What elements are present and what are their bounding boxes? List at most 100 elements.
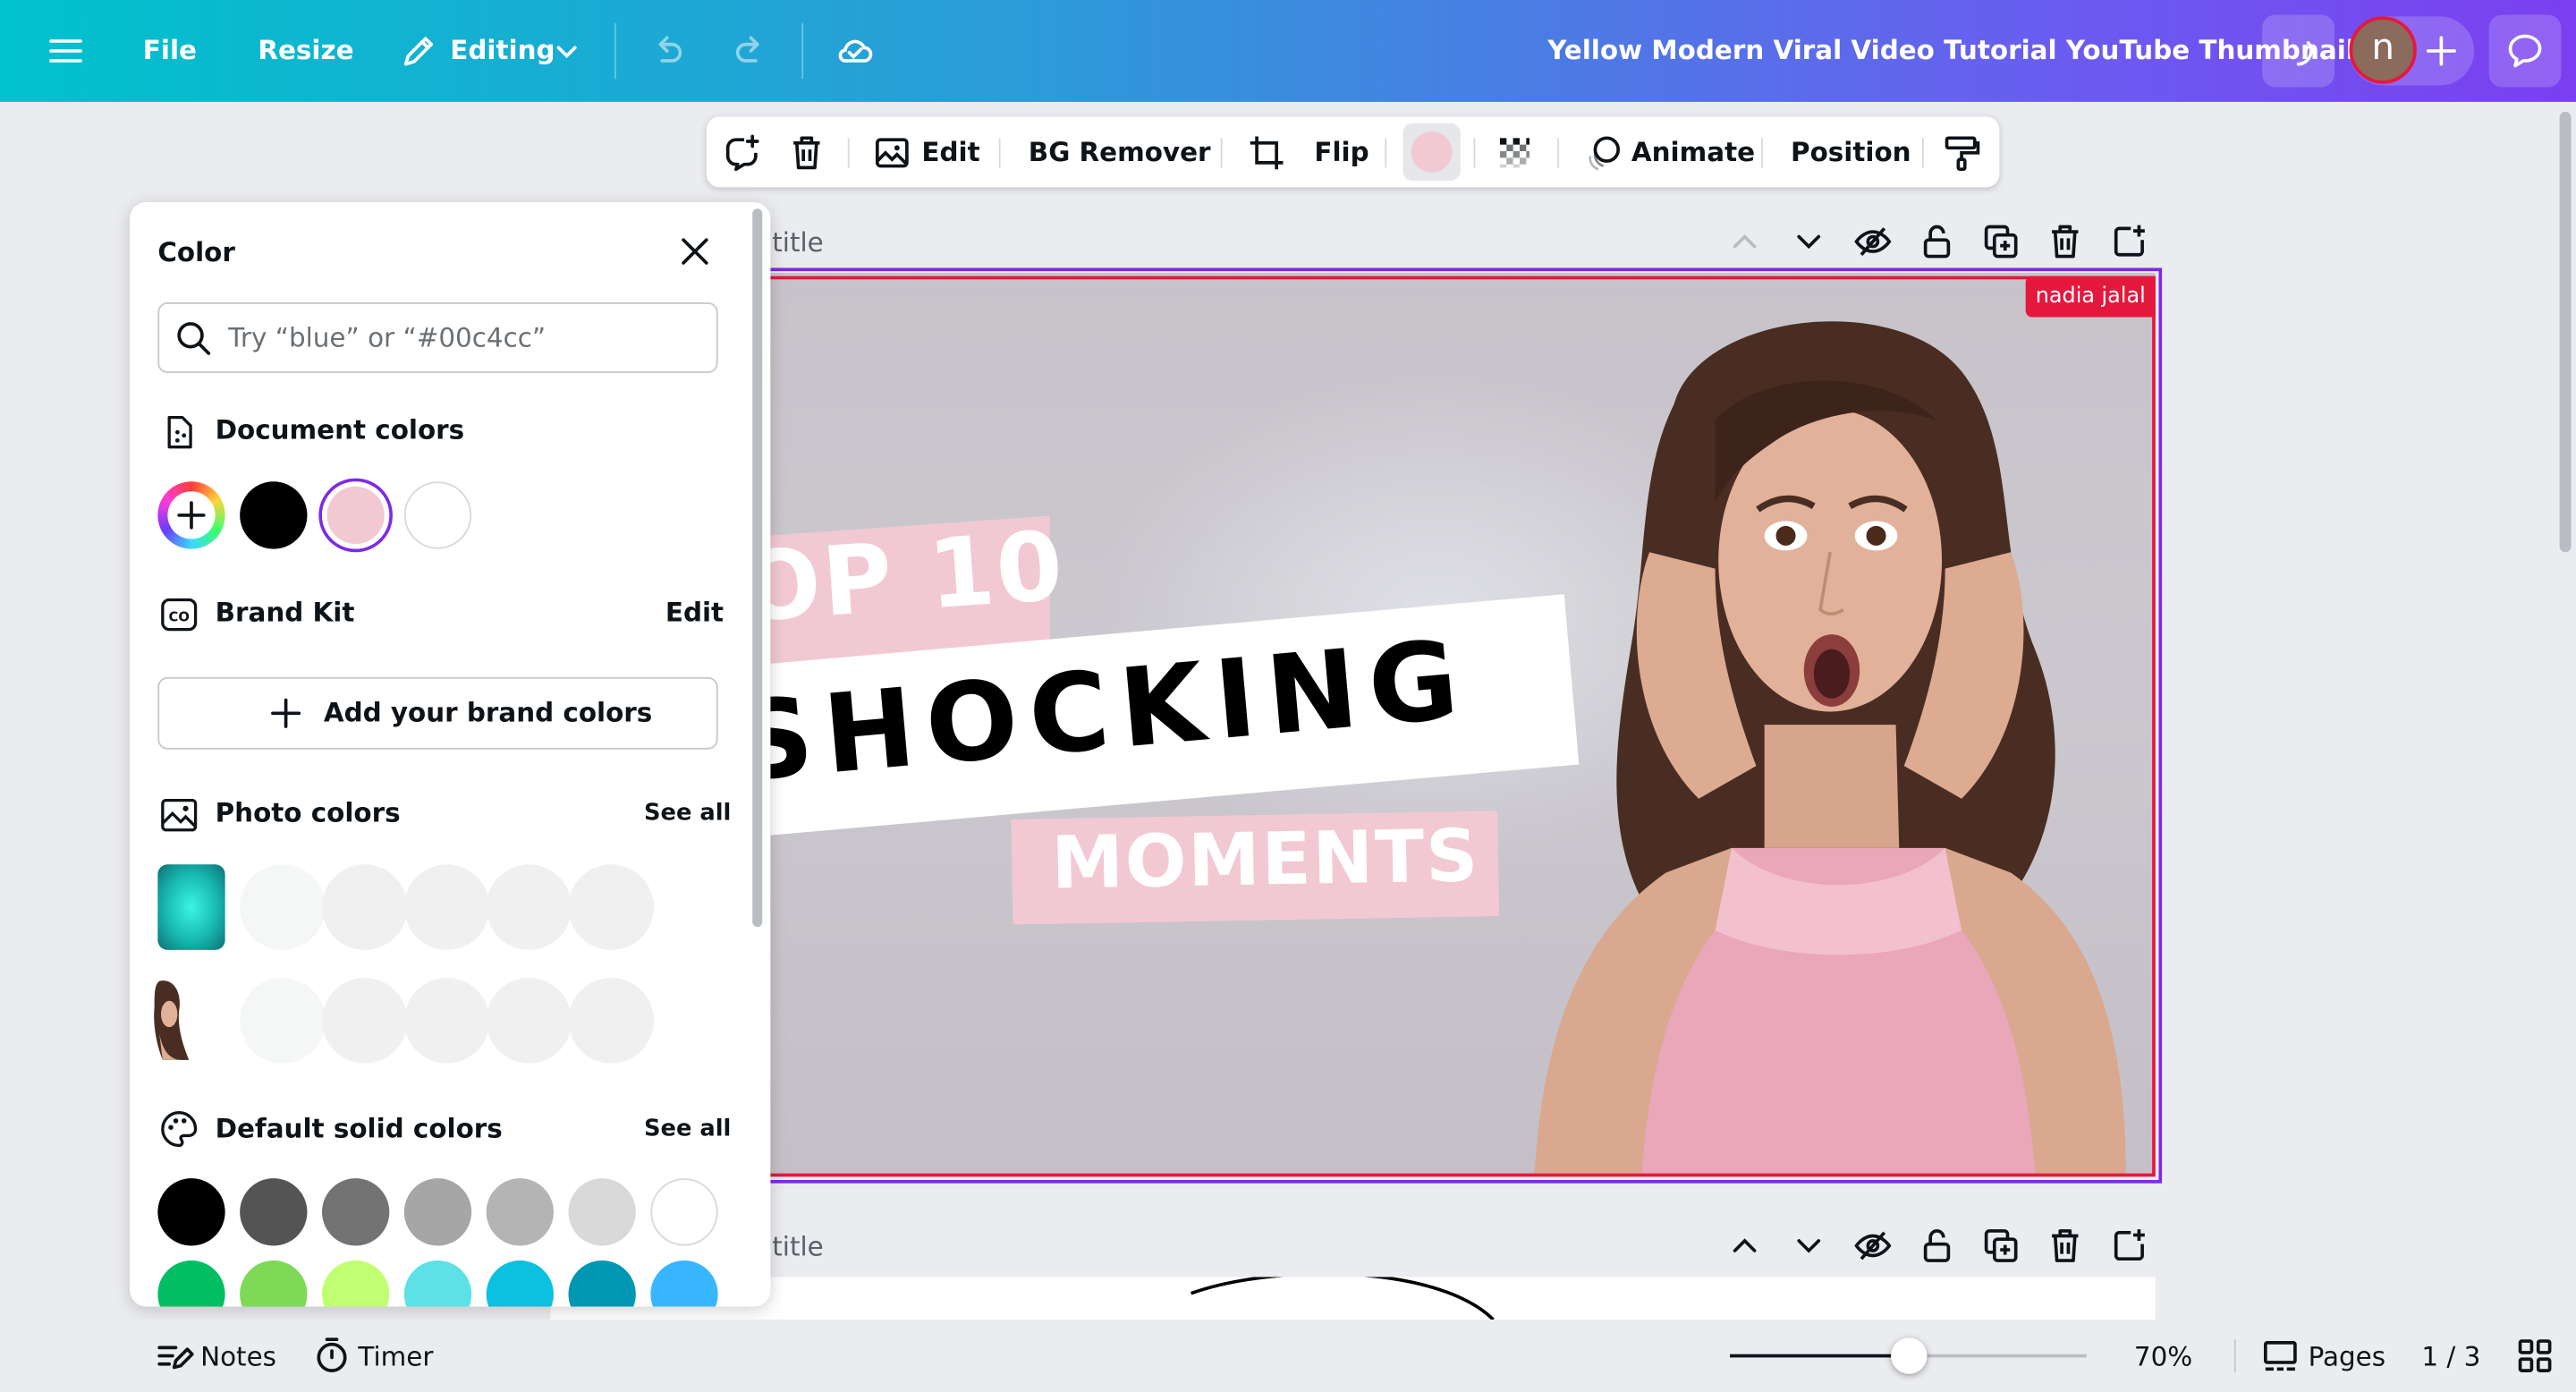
divider bbox=[1385, 138, 1387, 168]
pages-button[interactable]: Pages bbox=[2260, 1320, 2392, 1392]
document-title[interactable]: Yellow Modern Viral Video Tutorial YouTu… bbox=[1547, 33, 2355, 69]
zoom-level[interactable]: 70% bbox=[2134, 1339, 2192, 1375]
color-swatch[interactable] bbox=[650, 1178, 718, 1246]
design-page-2[interactable] bbox=[550, 1277, 2156, 1320]
chevron-down-icon[interactable] bbox=[1789, 1226, 1828, 1265]
crop-icon[interactable] bbox=[1245, 132, 1288, 174]
loading-button[interactable] bbox=[2262, 14, 2334, 88]
add-page-icon[interactable] bbox=[2109, 1226, 2148, 1265]
document-color-swatch-selected[interactable] bbox=[321, 481, 390, 549]
bg-remover-button[interactable]: BG Remover bbox=[1029, 135, 1211, 171]
delete-page-icon[interactable] bbox=[2046, 222, 2085, 261]
lock-icon[interactable] bbox=[1917, 1226, 1956, 1265]
comment-add-icon[interactable] bbox=[721, 132, 764, 174]
timer-button[interactable]: Timer bbox=[312, 1320, 444, 1392]
lock-icon[interactable] bbox=[1917, 222, 1956, 261]
page-counter[interactable]: 1 / 3 bbox=[2421, 1339, 2480, 1375]
paint-roller-icon[interactable] bbox=[1940, 132, 1983, 174]
photo-color-placeholder bbox=[321, 864, 408, 950]
chevron-up-icon[interactable] bbox=[1725, 1226, 1765, 1265]
image-icon bbox=[157, 794, 200, 836]
design-page[interactable]: OP 10 SHOCKING MOMENTS bbox=[762, 272, 2156, 1177]
color-picker-button[interactable] bbox=[1402, 123, 1461, 182]
trash-icon[interactable] bbox=[785, 132, 828, 174]
pencil-icon bbox=[397, 30, 440, 72]
document-color-swatch[interactable] bbox=[240, 481, 308, 549]
redo-icon[interactable] bbox=[730, 30, 773, 72]
color-swatch[interactable] bbox=[321, 1260, 390, 1307]
palette-icon bbox=[157, 1108, 200, 1150]
search-icon bbox=[174, 318, 214, 358]
animate-label: Animate bbox=[1631, 136, 1756, 168]
color-search-field[interactable]: Try “blue” or “#00c4cc” bbox=[157, 302, 718, 374]
grid-view-icon[interactable] bbox=[2515, 1337, 2555, 1376]
menu-icon[interactable] bbox=[45, 30, 88, 72]
headline-sub-text[interactable]: MOMENTS bbox=[1051, 815, 1480, 906]
duplicate-page-icon[interactable] bbox=[1981, 222, 2021, 261]
close-icon[interactable] bbox=[674, 230, 716, 273]
duplicate-page-icon[interactable] bbox=[1981, 1226, 2021, 1265]
plus-icon[interactable] bbox=[2420, 30, 2463, 72]
transparency-icon[interactable] bbox=[1494, 132, 1537, 174]
search-input[interactable]: Try “blue” or “#00c4cc” bbox=[228, 320, 546, 356]
file-menu-button[interactable]: File bbox=[143, 33, 197, 69]
default-colors-see-all[interactable]: See all bbox=[644, 1113, 731, 1146]
add-color-swatch[interactable] bbox=[157, 481, 225, 549]
timer-label: Timer bbox=[358, 1341, 434, 1372]
divider bbox=[2233, 1339, 2236, 1372]
color-swatch[interactable] bbox=[157, 1260, 225, 1307]
headline-top-text[interactable]: OP 10 bbox=[762, 510, 1068, 644]
chevron-down-icon[interactable] bbox=[1789, 222, 1828, 261]
zoom-slider-fill bbox=[1730, 1354, 1909, 1358]
chevron-up-icon[interactable] bbox=[1725, 222, 1765, 261]
edit-image-button[interactable]: Edit bbox=[870, 116, 986, 187]
position-button[interactable]: Position bbox=[1791, 135, 1911, 171]
undo-icon[interactable] bbox=[646, 30, 689, 72]
photo-colors-see-all[interactable]: See all bbox=[644, 797, 731, 830]
notes-button[interactable]: Notes bbox=[155, 1320, 286, 1392]
delete-page-icon[interactable] bbox=[2046, 1226, 2085, 1265]
color-swatch[interactable] bbox=[486, 1178, 554, 1246]
notes-icon bbox=[155, 1337, 194, 1376]
bottom-bar: Notes Timer 70% Pages 1 / 3 bbox=[0, 1320, 2576, 1392]
page-title[interactable]: title bbox=[772, 225, 823, 261]
color-swatch[interactable] bbox=[568, 1260, 636, 1307]
color-swatch[interactable] bbox=[403, 1260, 472, 1307]
canvas-scrollbar[interactable] bbox=[2559, 111, 2572, 553]
editing-mode-dropdown[interactable]: Editing bbox=[394, 0, 589, 102]
divider bbox=[801, 22, 804, 80]
panel-scrollbar[interactable] bbox=[752, 208, 763, 928]
color-swatch[interactable] bbox=[650, 1260, 718, 1307]
zoom-slider-handle[interactable] bbox=[1890, 1337, 1927, 1374]
color-swatch[interactable] bbox=[486, 1260, 554, 1307]
document-color-swatch[interactable] bbox=[403, 481, 472, 549]
page-2-arc-shape bbox=[1191, 1277, 1495, 1320]
svg-text:CO: CO bbox=[169, 609, 190, 624]
photo-color-placeholder bbox=[568, 864, 655, 950]
add-page-icon[interactable] bbox=[2109, 222, 2148, 261]
color-swatch[interactable] bbox=[240, 1260, 308, 1307]
cloud-check-icon[interactable] bbox=[833, 30, 876, 72]
avatar[interactable]: n bbox=[2349, 16, 2417, 84]
hide-page-icon[interactable] bbox=[1853, 222, 1893, 261]
color-swatch[interactable] bbox=[568, 1178, 636, 1246]
pages-label: Pages bbox=[2308, 1341, 2386, 1372]
color-swatch[interactable] bbox=[403, 1178, 472, 1246]
loading-icon bbox=[2277, 30, 2320, 72]
photo-thumbnail-gradient[interactable] bbox=[157, 864, 225, 950]
hide-page-icon[interactable] bbox=[1853, 1226, 1893, 1265]
notes-label: Notes bbox=[200, 1341, 276, 1372]
brand-kit-edit-link[interactable]: Edit bbox=[665, 595, 724, 631]
resize-button[interactable]: Resize bbox=[258, 33, 353, 69]
color-panel: Color Try “blue” or “#00c4cc” Document c… bbox=[130, 201, 771, 1307]
color-swatch[interactable] bbox=[157, 1178, 225, 1246]
divider bbox=[614, 22, 616, 80]
page-title[interactable]: title bbox=[772, 1229, 823, 1265]
add-brand-colors-button[interactable]: Add your brand colors bbox=[157, 676, 718, 750]
animate-button[interactable]: Animate bbox=[1579, 116, 1755, 187]
color-swatch[interactable] bbox=[240, 1178, 308, 1246]
flip-button[interactable]: Flip bbox=[1314, 135, 1368, 171]
color-swatch[interactable] bbox=[321, 1178, 390, 1246]
photo-thumbnail-woman[interactable] bbox=[149, 978, 199, 1064]
comments-button[interactable] bbox=[2488, 14, 2562, 88]
